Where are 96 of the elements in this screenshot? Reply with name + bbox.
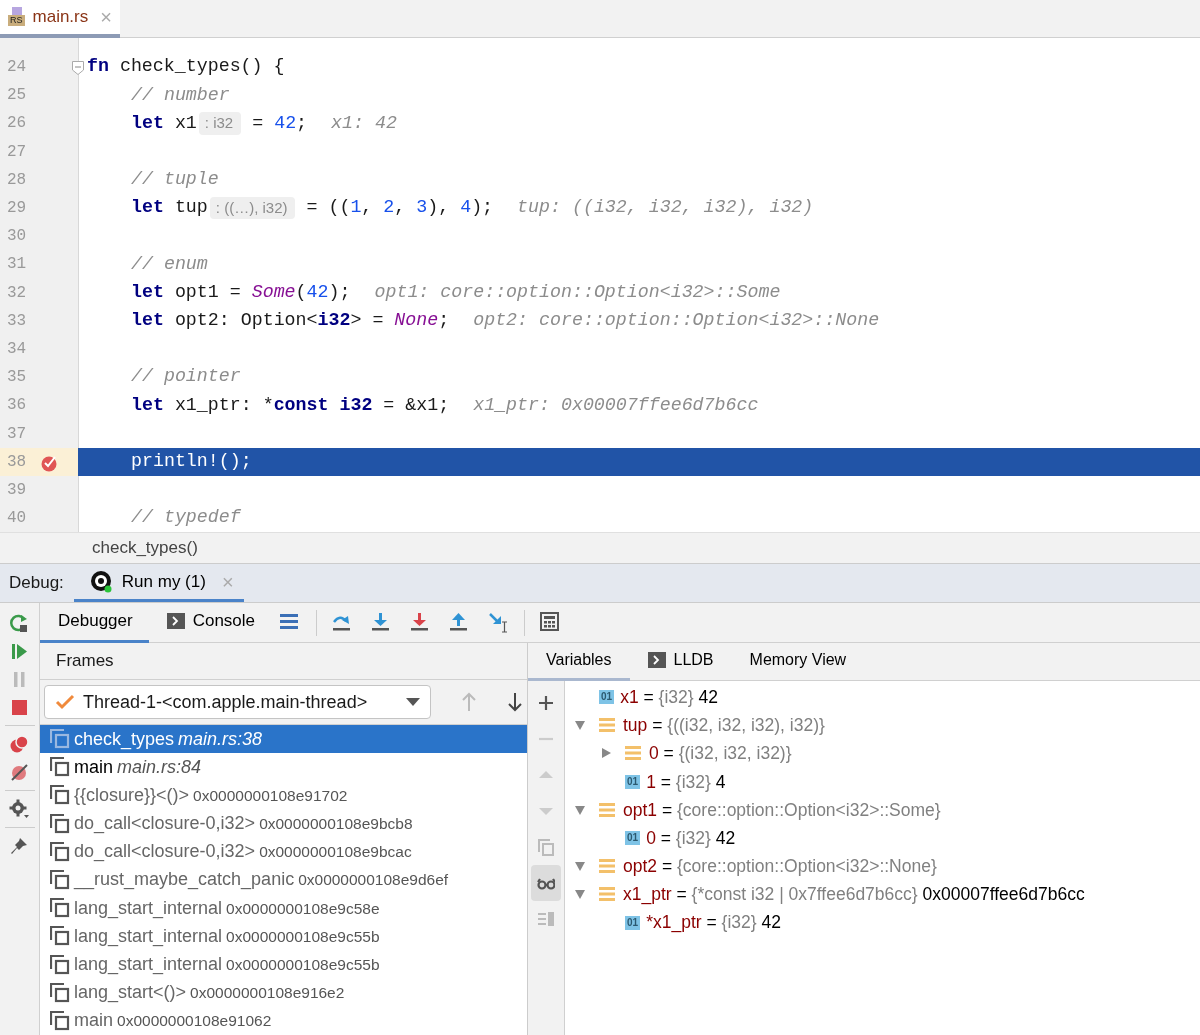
rerun-icon[interactable] <box>9 612 30 634</box>
expanded-arrow-icon[interactable] <box>574 803 586 816</box>
mute-breakpoints-icon[interactable] <box>9 761 30 783</box>
variable-row[interactable]: 01 *x1_ptr = {i32} 42 <box>565 908 1200 937</box>
console-icon <box>647 652 666 668</box>
code-text: // typedef <box>131 506 241 530</box>
expanded-arrow-icon[interactable] <box>574 860 586 873</box>
line-number: 25 <box>7 85 28 107</box>
variable-row[interactable]: opt1 = {core::option::Option<i32>::Some} <box>565 795 1200 824</box>
add-icon[interactable] <box>537 694 555 712</box>
debug-label: Debug: <box>8 572 65 595</box>
code-text: // tuple <box>131 168 219 192</box>
frame-icon <box>50 926 70 947</box>
primitive-icon: 01 <box>625 831 641 846</box>
line-number: 32 <box>7 282 28 304</box>
code-text: // number <box>131 83 230 107</box>
variable-row[interactable]: 01 0 = {i32} 42 <box>565 823 1200 853</box>
line-number: 37 <box>7 423 28 445</box>
frame-icon <box>50 729 70 750</box>
line-number: 30 <box>7 226 28 248</box>
file-tab[interactable]: RS main.rs × <box>0 0 120 38</box>
fold-marker-icon[interactable] <box>72 61 84 75</box>
console-tab[interactable]: LLDB <box>629 642 732 681</box>
run-to-cursor-icon[interactable] <box>488 612 510 633</box>
struct-icon <box>599 717 615 734</box>
line-number: 38 <box>7 451 28 473</box>
frame-icon <box>50 813 70 834</box>
variable-row[interactable]: opt2 = {core::option::Option<i32>::None} <box>565 852 1200 881</box>
line-number: 27 <box>7 141 28 163</box>
variable-row[interactable]: 01 x1 = {i32} 42 <box>565 683 1200 712</box>
primitive-icon: 01 <box>625 774 641 789</box>
line-number: 29 <box>7 198 28 220</box>
frame-icon <box>50 898 70 919</box>
primitive-icon: 01 <box>599 690 615 705</box>
down-arrow-icon[interactable] <box>507 692 523 712</box>
code-text: = 42; <box>252 111 308 135</box>
expanded-arrow-icon[interactable] <box>574 719 586 732</box>
expanded-arrow-icon[interactable] <box>574 888 586 901</box>
rust-logo-icon <box>89 569 114 594</box>
frame-icon <box>50 869 70 890</box>
line-number: 35 <box>7 367 28 389</box>
code-text: println!(); <box>131 450 252 473</box>
console-tab[interactable]: Console <box>148 602 272 643</box>
variable-row[interactable]: 01 1 = {i32} 4 <box>565 767 1200 796</box>
line-number: 24 <box>7 57 28 79</box>
line-number: 31 <box>7 254 28 276</box>
code-text: // pointer <box>131 365 241 389</box>
panel-title: Frames <box>56 650 114 673</box>
line-number: 36 <box>7 395 28 417</box>
line-number: 40 <box>7 508 28 530</box>
debugger-tab[interactable]: Debugger <box>40 602 149 643</box>
line-number: 28 <box>7 169 28 191</box>
variable-row[interactable]: tup = {((i32, i32, i32), i32)} <box>565 711 1200 740</box>
primitive-icon: 01 <box>625 915 641 930</box>
breadcrumb[interactable]: check_types() <box>92 535 198 561</box>
code-text: let tup <box>131 196 208 220</box>
frame-icon <box>50 785 70 806</box>
code-text: // enum <box>131 252 208 276</box>
breakpoints-icon[interactable] <box>9 733 30 755</box>
line-number: 33 <box>7 310 28 332</box>
line-number: 39 <box>7 479 28 501</box>
frame-icon <box>50 841 70 862</box>
struct-icon <box>599 801 615 818</box>
type-hint: : i32 <box>198 112 242 135</box>
frame-icon <box>50 1010 70 1031</box>
inline-value-hint: tup: ((i32, i32, i32), i32) <box>517 196 814 220</box>
panel-tab[interactable]: Memory View <box>731 642 865 681</box>
stack-frame[interactable]: check_types main.rs:38 <box>40 724 527 754</box>
inline-value-hint: x1_ptr: 0x00007ffee6d7b6cc <box>473 393 759 417</box>
type-hint: : ((…), i32) <box>209 196 296 220</box>
variable-row[interactable]: 0 = {(i32, i32, i32)} <box>565 739 1200 768</box>
line-number: 26 <box>7 113 28 135</box>
check-icon <box>55 694 75 710</box>
code-text: let x1_ptr: *const i32 = &x1; <box>131 393 450 417</box>
calculator-icon[interactable] <box>540 612 562 633</box>
inline-value-hint: opt1: core::option::Option<i32>::Some <box>374 280 781 304</box>
inline-value-hint: x1: 42 <box>331 111 397 135</box>
frame-icon <box>50 757 70 778</box>
struct-icon <box>625 745 641 762</box>
struct-icon <box>599 886 615 903</box>
settings-icon[interactable] <box>9 798 30 820</box>
frame-icon <box>50 982 70 1003</box>
dropdown-caret-icon <box>406 698 420 706</box>
inline-value-hint: opt2: core::option::Option<i32>::None <box>473 309 880 333</box>
thread-dropdown[interactable]: Thread-1-<com.apple.main-thread> <box>44 685 431 719</box>
frame-icon <box>50 954 70 975</box>
code-text: let opt2: Option<i32> = None; <box>131 309 450 333</box>
code-text: = ((1, 2, 3), 4); <box>306 196 494 220</box>
struct-icon <box>599 858 615 875</box>
code-text: fn check_types() { <box>87 55 285 79</box>
line-number: 34 <box>7 338 28 360</box>
console-icon <box>166 613 185 629</box>
code-text: let opt1 = Some(42); <box>131 280 351 304</box>
variable-row[interactable]: x1_ptr = {*const i32 | 0x7ffee6d7b6cc} 0x00007ffee6d7b6cc <box>565 880 1200 909</box>
collapsed-arrow-icon[interactable] <box>600 747 612 760</box>
code-text: let x1 <box>131 111 197 135</box>
